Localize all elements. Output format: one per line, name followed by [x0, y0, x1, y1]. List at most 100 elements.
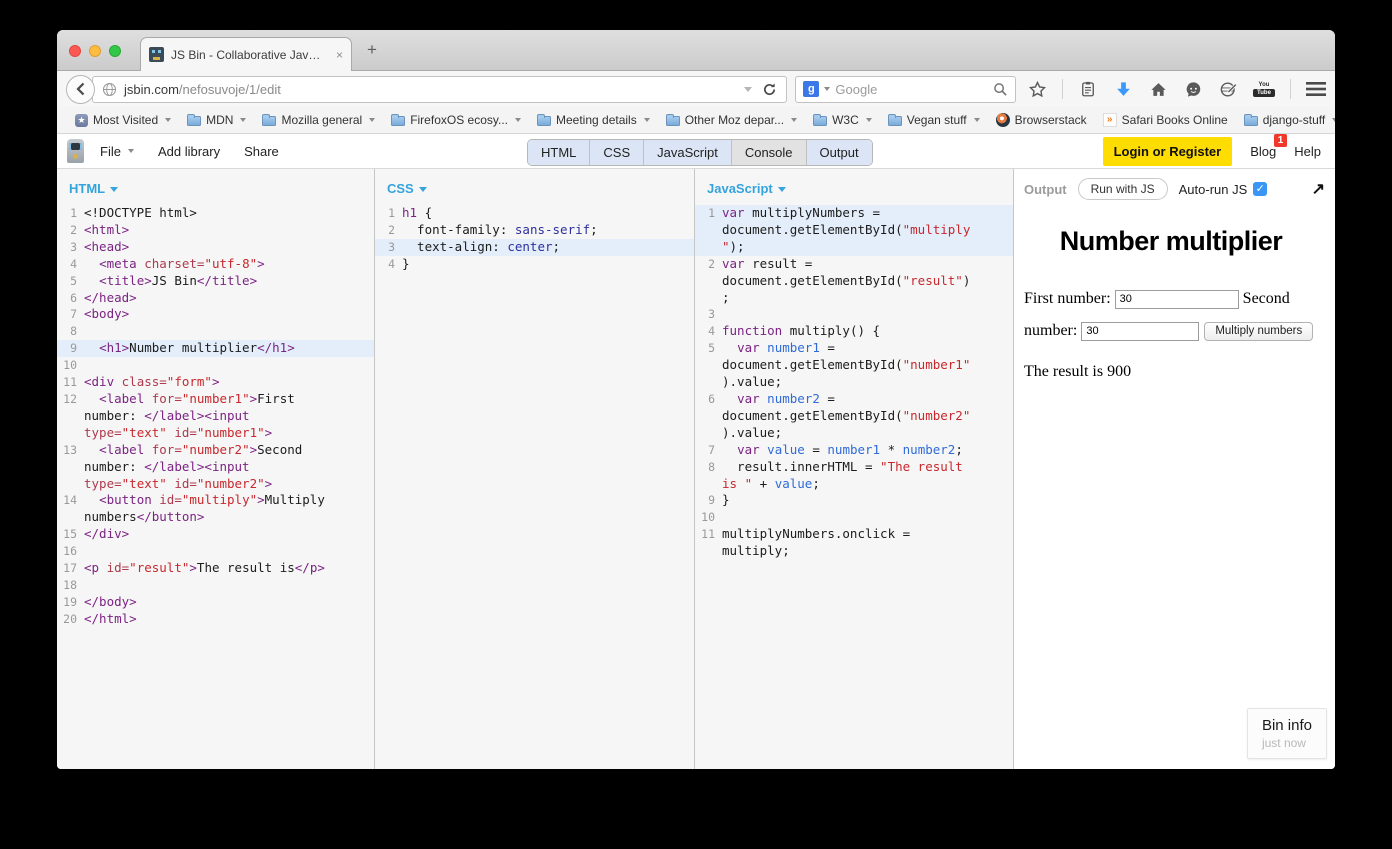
reload-icon[interactable]: [762, 82, 777, 97]
bookmark-item[interactable]: MDN: [179, 111, 254, 129]
help-link[interactable]: Help: [1294, 144, 1321, 159]
code-line[interactable]: 11multiplyNumbers.onclick =: [695, 526, 1013, 543]
reading-list-icon[interactable]: [1078, 79, 1098, 99]
bookmark-item[interactable]: »Safari Books Online: [1095, 111, 1236, 129]
code-line[interactable]: 4function multiply() {: [695, 323, 1013, 340]
bookmark-item[interactable]: Meeting details: [529, 111, 658, 129]
code-line[interactable]: number: </label><input: [57, 408, 374, 425]
code-line[interactable]: 4}: [375, 256, 694, 273]
code-line[interactable]: numbers</button>: [57, 509, 374, 526]
code-line[interactable]: 5 var number1 =: [695, 340, 1013, 357]
jsbin-robot-icon[interactable]: [67, 139, 84, 163]
code-line[interactable]: 1var multiplyNumbers =: [695, 205, 1013, 222]
menu-icon[interactable]: [1306, 79, 1326, 99]
multiply-numbers-button[interactable]: Multiply numbers: [1204, 322, 1313, 341]
search-input[interactable]: Google: [835, 82, 877, 97]
panel-tab-javascript[interactable]: JavaScript: [643, 140, 731, 165]
code-line[interactable]: type="text" id="number1">: [57, 425, 374, 442]
code-line[interactable]: 17<p id="result">The result is</p>: [57, 560, 374, 577]
code-line[interactable]: 6 var number2 =: [695, 391, 1013, 408]
youtube-icon[interactable]: YouTube: [1253, 82, 1275, 97]
code-line[interactable]: ");: [695, 239, 1013, 256]
code-line[interactable]: 6</head>: [57, 290, 374, 307]
code-line[interactable]: type="text" id="number2">: [57, 476, 374, 493]
code-line[interactable]: 9 <h1>Number multiplier</h1>: [57, 340, 374, 357]
code-line[interactable]: 4 <meta charset="utf-8">: [57, 256, 374, 273]
hello-chat-icon[interactable]: [1183, 79, 1203, 99]
code-line[interactable]: 16: [57, 543, 374, 560]
javascript-code-editor[interactable]: 1var multiplyNumbers =document.getElemen…: [695, 203, 1013, 560]
url-bar[interactable]: jsbin.com/nefosuvoje/1/edit: [92, 76, 787, 103]
tab-close-icon[interactable]: ×: [336, 48, 343, 62]
urlbar-dropdown-icon[interactable]: [744, 87, 752, 92]
css-panel-menu[interactable]: CSS: [375, 169, 694, 203]
code-line[interactable]: 1<!DOCTYPE html>: [57, 205, 374, 222]
bookmark-star-icon[interactable]: [1027, 79, 1047, 99]
code-line[interactable]: 10: [57, 357, 374, 374]
code-line[interactable]: ;: [695, 290, 1013, 307]
code-line[interactable]: is " + value;: [695, 476, 1013, 493]
second-number-input[interactable]: [1081, 322, 1199, 341]
code-line[interactable]: 20</html>: [57, 611, 374, 628]
code-line[interactable]: 12 <label for="number1">First: [57, 391, 374, 408]
code-line[interactable]: 3 text-align: center;: [375, 239, 694, 256]
bookmark-item[interactable]: django-stuff: [1236, 111, 1335, 129]
bookmark-item[interactable]: Other Moz depar...: [658, 111, 805, 129]
html-code-editor[interactable]: 1<!DOCTYPE html>2<html>3<head>4 <meta ch…: [57, 203, 374, 628]
downloads-icon[interactable]: [1113, 79, 1133, 99]
autorun-toggle[interactable]: Auto-run JS ✓: [1179, 182, 1268, 197]
search-icon[interactable]: [993, 82, 1008, 97]
code-line[interactable]: document.getElementById("result"): [695, 273, 1013, 290]
add-library-menu[interactable]: Add library: [158, 144, 220, 159]
code-line[interactable]: 3<head>: [57, 239, 374, 256]
panel-tab-console[interactable]: Console: [731, 140, 806, 165]
html-panel-menu[interactable]: HTML: [57, 169, 374, 203]
bookmark-item[interactable]: ★Most Visited: [67, 111, 179, 129]
code-line[interactable]: 3: [695, 306, 1013, 323]
panel-tab-output[interactable]: Output: [806, 140, 872, 165]
minimize-window-button[interactable]: [89, 45, 101, 57]
code-line[interactable]: 10: [695, 509, 1013, 526]
code-line[interactable]: 7<body>: [57, 306, 374, 323]
bookmark-item[interactable]: Mozilla general: [254, 111, 383, 129]
code-line[interactable]: 1h1 {: [375, 205, 694, 222]
share-menu[interactable]: Share: [244, 144, 279, 159]
code-line[interactable]: ).value;: [695, 374, 1013, 391]
code-line[interactable]: 9}: [695, 492, 1013, 509]
code-line[interactable]: 2 font-family: sans-serif;: [375, 222, 694, 239]
popout-icon[interactable]: ↗: [1312, 179, 1325, 199]
bookmark-item[interactable]: Vegan stuff: [880, 111, 988, 129]
new-tab-button[interactable]: +: [367, 40, 377, 60]
code-line[interactable]: 8: [57, 323, 374, 340]
javascript-panel-menu[interactable]: JavaScript: [695, 169, 1013, 203]
code-line[interactable]: 11<div class="form">: [57, 374, 374, 391]
code-line[interactable]: 7 var value = number1 * number2;: [695, 442, 1013, 459]
code-line[interactable]: number: </label><input: [57, 459, 374, 476]
bookmark-item[interactable]: W3C: [805, 111, 880, 129]
code-line[interactable]: document.getElementById("number1": [695, 357, 1013, 374]
browser-tab[interactable]: JS Bin - Collaborative Java... ×: [140, 37, 352, 71]
panel-tab-css[interactable]: CSS: [589, 140, 643, 165]
css-code-editor[interactable]: 1h1 {2 font-family: sans-serif;3 text-al…: [375, 203, 694, 273]
code-line[interactable]: 2<html>: [57, 222, 374, 239]
code-line[interactable]: ).value;: [695, 425, 1013, 442]
code-line[interactable]: 8 result.innerHTML = "The result: [695, 459, 1013, 476]
code-line[interactable]: 18: [57, 577, 374, 594]
close-window-button[interactable]: [69, 45, 81, 57]
search-engine-dropdown-icon[interactable]: [824, 87, 830, 91]
code-line[interactable]: document.getElementById("number2": [695, 408, 1013, 425]
run-with-js-button[interactable]: Run with JS: [1078, 178, 1168, 200]
code-line[interactable]: 14 <button id="multiply">Multiply: [57, 492, 374, 509]
autorun-checkbox[interactable]: ✓: [1253, 182, 1267, 196]
first-number-input[interactable]: [1115, 290, 1239, 309]
code-line[interactable]: 15</div>: [57, 526, 374, 543]
back-button[interactable]: [66, 75, 95, 104]
blog-link[interactable]: Blog1: [1250, 144, 1276, 159]
code-line[interactable]: document.getElementById("multiply: [695, 222, 1013, 239]
bookmark-item[interactable]: FirefoxOS ecosy...: [383, 111, 529, 129]
file-menu[interactable]: File: [100, 144, 134, 159]
panel-tab-html[interactable]: HTML: [528, 140, 589, 165]
code-line[interactable]: 2var result =: [695, 256, 1013, 273]
code-line[interactable]: 5 <title>JS Bin</title>: [57, 273, 374, 290]
zoom-window-button[interactable]: [109, 45, 121, 57]
